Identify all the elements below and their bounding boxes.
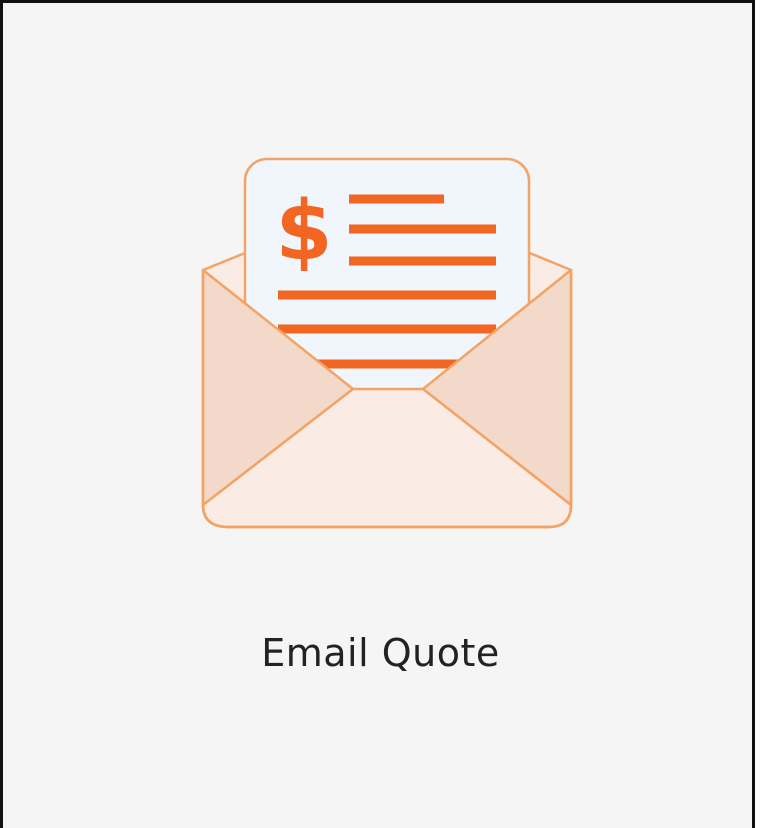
email-quote-card[interactable]: $ Email Quote <box>0 0 755 828</box>
card-label: Email Quote <box>261 631 500 675</box>
email-quote-icon: $ <box>199 155 579 533</box>
svg-text:$: $ <box>275 184 332 279</box>
